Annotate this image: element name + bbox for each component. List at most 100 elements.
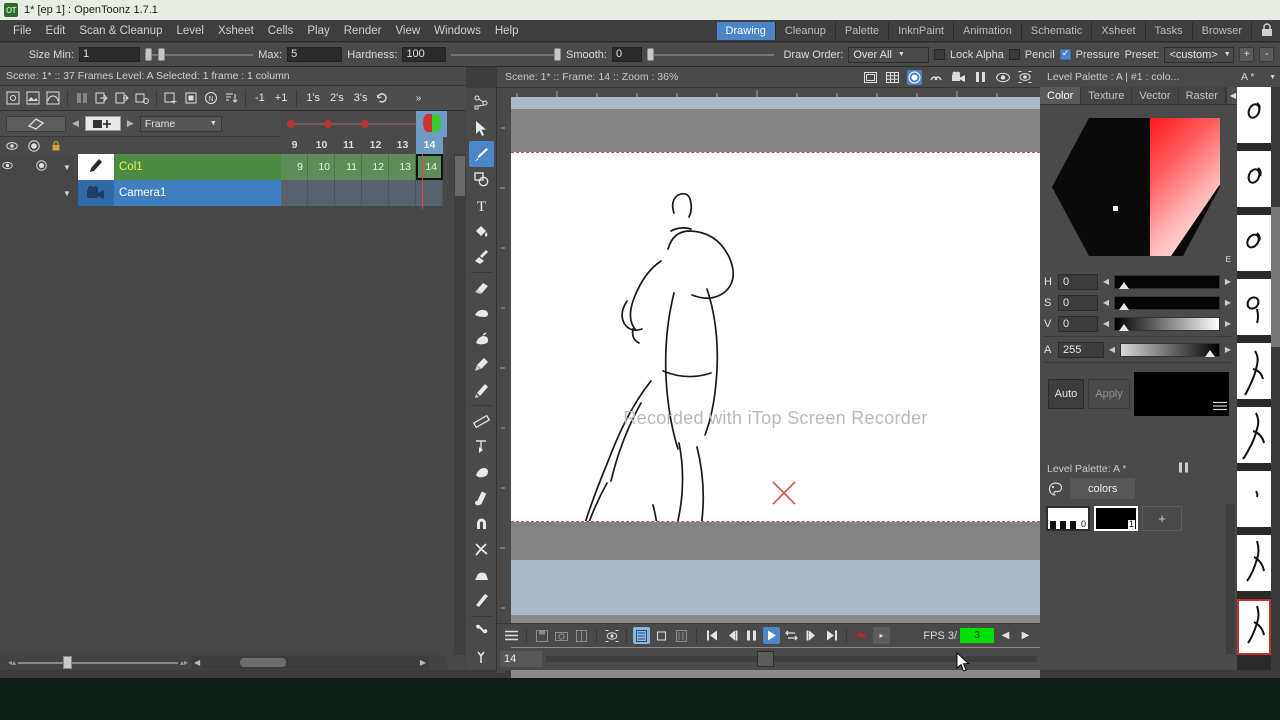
chevron-down-icon[interactable]: ▼ (1269, 74, 1276, 81)
compare-icon[interactable] (573, 627, 590, 644)
geometric-tool-icon[interactable] (469, 167, 494, 193)
cell[interactable] (335, 180, 362, 206)
preview-icon[interactable] (995, 70, 1010, 85)
value-slider[interactable] (1114, 316, 1220, 331)
cell[interactable]: 12 (362, 154, 389, 180)
brush-tool-icon[interactable] (468, 141, 494, 168)
room-tab-xsheet[interactable]: Xsheet (1092, 22, 1146, 40)
tape-tool-icon[interactable] (469, 300, 494, 326)
eye-icon[interactable] (2, 160, 13, 174)
frame-number-9[interactable]: 9 (281, 137, 308, 154)
filmstrip-frame[interactable] (1237, 151, 1271, 207)
filmstrip-frame[interactable] (1237, 87, 1271, 143)
fill-tool-icon[interactable] (469, 218, 494, 244)
column-config-arrow-icon[interactable]: ▼ (56, 154, 78, 180)
lock-icon[interactable] (1260, 23, 1274, 38)
current-color-swatch[interactable] (1134, 372, 1229, 416)
cutter-tool-icon[interactable] (469, 588, 494, 614)
preset-select[interactable]: <custom> ▼ (1164, 46, 1235, 63)
toggle-edit-in-place-icon[interactable] (6, 115, 66, 132)
frame-number-14[interactable]: 14 (416, 137, 443, 154)
first-frame-icon[interactable] (703, 627, 720, 644)
finger-tool-icon[interactable] (469, 326, 494, 352)
pause-icon[interactable] (1178, 462, 1189, 476)
column-name-camera1[interactable]: Camera1 (114, 180, 281, 206)
freeze-icon[interactable] (973, 70, 988, 85)
field-guide-icon[interactable] (885, 70, 900, 85)
color-chip-0[interactable]: 0 (1046, 506, 1090, 531)
skeleton-tool-icon[interactable] (469, 619, 494, 645)
column-name-col1[interactable]: Col1 (114, 154, 281, 180)
onion-skin-bar[interactable] (281, 111, 447, 137)
remove-preset-button[interactable]: - (1259, 47, 1275, 62)
saturation-increase-icon[interactable]: ▶ (1223, 298, 1233, 307)
alpha-slider[interactable] (1120, 342, 1220, 357)
hardness-slider[interactable] (450, 47, 561, 62)
3d-view-icon[interactable] (929, 70, 944, 85)
next-level-icon[interactable]: ▶ (127, 118, 134, 129)
filmstrip-scroll-thumb[interactable] (1271, 207, 1280, 347)
frame-number-11[interactable]: 11 (335, 137, 362, 154)
size-min-input[interactable]: 1 (78, 47, 141, 62)
frame-slider-handle[interactable] (757, 651, 775, 667)
expand-icon[interactable]: ▸ (873, 627, 890, 644)
room-tab-tasks[interactable]: Tasks (1145, 22, 1193, 40)
lock-alpha-checkbox[interactable] (934, 49, 946, 60)
color-wheel-cursor[interactable] (1112, 205, 1119, 212)
define-sub-camera-icon[interactable] (603, 627, 620, 644)
new-vector-level-icon[interactable] (4, 89, 22, 107)
chevron-double-right-icon[interactable]: » (409, 89, 427, 107)
camstand-icon[interactable] (28, 139, 40, 152)
style-picker-icon[interactable] (469, 352, 494, 378)
repeat-icon[interactable] (182, 89, 200, 107)
hardness-input[interactable]: 100 (402, 47, 446, 62)
filmstrip-frame-current[interactable] (1237, 599, 1271, 655)
hook-tool-icon[interactable] (469, 644, 494, 670)
draw-order-select[interactable]: Over All ▼ (848, 46, 930, 63)
menu-item-windows[interactable]: Windows (427, 22, 488, 40)
camera-icon[interactable] (78, 180, 114, 206)
record-icon[interactable] (853, 627, 870, 644)
room-tab-schematic[interactable]: Schematic (1021, 22, 1093, 40)
filmstrip-frame[interactable] (1237, 279, 1271, 335)
menu-item-level[interactable]: Level (169, 22, 211, 40)
hue-input[interactable]: 0 (1058, 273, 1098, 290)
menu-icon[interactable] (503, 627, 520, 644)
palette-icon[interactable] (1040, 478, 1070, 499)
current-frame-input[interactable]: 14 (500, 651, 542, 667)
hue-slider[interactable] (1114, 274, 1220, 289)
snapshot-icon[interactable] (553, 627, 570, 644)
play-icon[interactable] (763, 627, 780, 644)
loop-icon[interactable] (783, 627, 800, 644)
tab-vector[interactable]: Vector (1132, 87, 1179, 104)
value-input[interactable]: 0 (1058, 315, 1098, 332)
type-tool-icon[interactable]: T (469, 193, 494, 219)
cell[interactable] (308, 180, 335, 206)
xsheet-horizontal-scrollbar[interactable]: ◂▴ ▴▸ ◀ ▶ (0, 655, 447, 670)
vertical-ruler[interactable] (497, 88, 505, 673)
fps-input[interactable]: 3 (960, 628, 994, 643)
pinch-tool-icon[interactable] (469, 460, 494, 486)
iron-tool-icon[interactable] (469, 562, 494, 588)
cell-selected[interactable]: 14 (416, 154, 443, 180)
table-row[interactable]: ▼ Col1 9 10 11 12 13 14 (0, 154, 447, 180)
magnet-tool-icon[interactable] (469, 511, 494, 537)
tab-color[interactable]: Color (1040, 87, 1082, 104)
flip-vertical-icon[interactable] (673, 627, 690, 644)
cell[interactable] (389, 180, 416, 206)
last-frame-icon[interactable] (823, 627, 840, 644)
cell[interactable]: 13 (389, 154, 416, 180)
camstand-icon[interactable] (35, 160, 47, 174)
value-decrease-icon[interactable]: ◀ (1101, 319, 1111, 328)
color-wheel[interactable]: E (1040, 105, 1237, 270)
rgb-picker-icon[interactable] (469, 378, 494, 404)
eraser-tool-icon[interactable] (469, 275, 494, 301)
pause-icon[interactable] (743, 627, 760, 644)
filmstrip-frame[interactable] (1237, 343, 1271, 399)
filmstrip-frame[interactable] (1237, 215, 1271, 271)
max-input[interactable]: 5 (287, 47, 343, 62)
step-plus-one-button[interactable]: +1 (271, 92, 292, 104)
tab-texture[interactable]: Texture (1081, 87, 1133, 104)
save-icon[interactable] (533, 627, 550, 644)
value-increase-icon[interactable]: ▶ (1223, 319, 1233, 328)
